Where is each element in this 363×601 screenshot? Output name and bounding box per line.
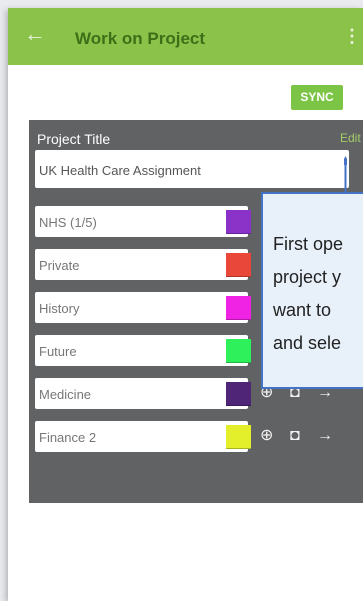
section-label: Private [39, 258, 80, 273]
project-title-label: Project Title [37, 131, 111, 147]
section-name-field[interactable]: NHS (1/5) [35, 206, 248, 237]
callout-line: First ope [273, 234, 344, 254]
page-title: Work on Project [75, 29, 206, 48]
app-window: ← Work on Project ⋮ SYNC Project Title E… [8, 8, 363, 601]
section-name-field[interactable]: Finance 2 [35, 421, 248, 452]
more-vert-icon[interactable]: ⋮ [343, 26, 361, 47]
section-name-field[interactable]: History [35, 292, 248, 323]
section-label: NHS (1/5) [39, 215, 97, 230]
app-bar: ← Work on Project ⋮ [8, 8, 363, 65]
project-title-value: UK Health Care Assignment [39, 163, 201, 178]
tutorial-callout: First ope project y want to and sele [261, 192, 363, 389]
camera-icon[interactable]: ◘ [290, 426, 300, 446]
callout-line: and sele [273, 333, 342, 353]
section-name-field[interactable]: Medicine [35, 378, 248, 409]
section-label: Finance 2 [39, 430, 97, 445]
color-swatch[interactable] [226, 425, 251, 449]
color-swatch[interactable] [226, 253, 251, 277]
sync-button[interactable]: SYNC [291, 85, 343, 110]
color-swatch[interactable] [226, 296, 251, 320]
section-label: Future [39, 344, 77, 359]
arrow-right-icon[interactable]: → [317, 426, 333, 446]
callout-pointer-icon [344, 156, 347, 192]
callout-line: want to [273, 300, 332, 320]
project-title-field[interactable]: UK Health Care Assignment [35, 150, 349, 188]
section-name-field[interactable]: Future [35, 335, 248, 366]
section-label: History [39, 301, 80, 316]
globe-icon[interactable]: ⊕ [260, 426, 273, 446]
section-name-field[interactable]: Private [35, 249, 248, 280]
section-row[interactable]: Finance 2 ⊕ ◘ → [35, 421, 363, 452]
color-swatch[interactable] [226, 210, 251, 234]
edit-link[interactable]: Edit [340, 131, 361, 145]
color-swatch[interactable] [226, 382, 251, 406]
color-swatch[interactable] [226, 339, 251, 363]
section-label: Medicine [39, 387, 92, 402]
callout-line: project y [273, 267, 342, 287]
back-arrow-icon[interactable]: ← [24, 22, 46, 46]
